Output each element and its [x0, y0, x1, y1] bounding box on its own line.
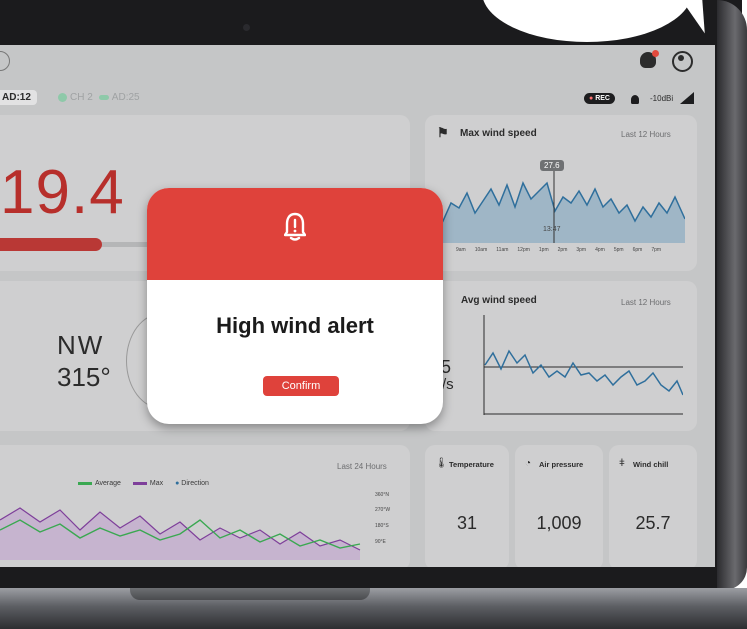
wind-speed-bar — [0, 238, 102, 251]
laptop-base — [0, 588, 747, 629]
trend-y-tick: 270°W — [375, 507, 391, 513]
legend-max-swatch — [132, 481, 147, 485]
top-bar — [0, 45, 715, 79]
channel-1-pill[interactable]: AD:12 — [0, 90, 37, 105]
legend-direction-swatch: ● — [175, 480, 180, 487]
alarm-icon[interactable] — [631, 95, 639, 104]
channel-2-extra: AD:25 — [111, 92, 140, 103]
trend-y-tick: 360°N — [375, 492, 389, 498]
x-tick: 10am — [474, 247, 488, 253]
x-tick: 1pm — [538, 247, 549, 253]
x-tick: 7pm — [651, 247, 662, 253]
temperature-card: 🌡 Temperature 31 — [425, 445, 509, 567]
x-tick: 5pm — [613, 247, 624, 253]
laptop-hinge — [130, 588, 370, 600]
user-icon[interactable] — [672, 51, 693, 72]
max-wind-title: Max wind speed — [460, 128, 537, 139]
wind-chill-value: 25.7 — [635, 513, 671, 533]
max-wind-icon: ⚑ — [437, 125, 449, 140]
temperature-value: 31 — [456, 513, 478, 533]
legend-direction: Direction — [181, 480, 209, 487]
gauge-icon: ◔ — [525, 458, 532, 469]
wind-chill-icon: ǂ — [619, 458, 625, 469]
alert-modal: High wind alert Confirm — [147, 188, 443, 424]
notification-badge — [652, 50, 659, 57]
x-tick: 2pm — [557, 247, 568, 253]
trend-y-tick: 90°E — [375, 539, 386, 545]
confirm-button[interactable]: Confirm — [263, 376, 339, 396]
wind-direction-label: NW — [57, 330, 105, 360]
laptop-edge — [717, 0, 747, 590]
user-icon-head — [678, 55, 684, 61]
avg-wind-chart — [483, 315, 683, 415]
signal-icon — [680, 92, 694, 104]
channel-2-dot — [58, 92, 67, 102]
wind-chill-label: Wind chill — [633, 460, 669, 469]
avg-wind-line — [484, 349, 683, 396]
channel-2-bar — [98, 94, 109, 100]
air-pressure-card: ◔ Air pressure 1,009 — [515, 445, 603, 567]
x-tick: 9am — [456, 247, 466, 253]
x-tick: 11am — [496, 247, 509, 253]
alert-bell-icon — [284, 212, 306, 241]
max-wind-x-axis: 9am 10am 11am 12pm 1pm 2pm 3pm 4pm 5pm 6pm 7pm — [456, 247, 661, 253]
trend-y-tick: 180°S — [375, 523, 389, 529]
legend-average: Average — [95, 480, 121, 487]
air-pressure-label: Air pressure — [539, 460, 584, 469]
current-wind-speed: 19.4 — [0, 158, 125, 227]
laptop: AD:12 CH 2 AD:25 ● REC -10dBi 19.4 ⚑ Max … — [0, 0, 747, 629]
avg-wind-unit: /s — [442, 376, 454, 393]
trend-chart — [0, 507, 361, 560]
max-wind-range: Last 12 Hours — [621, 130, 671, 139]
x-tick: 3pm — [576, 247, 587, 253]
x-tick: 12pm — [517, 247, 530, 253]
max-wind-tooltip: 27.6 — [540, 160, 564, 171]
wind-chill-card: ǂ Wind chill 25.7 — [609, 445, 697, 567]
menu-icon[interactable] — [0, 51, 10, 71]
channel-2[interactable]: CH 2 AD:25 — [58, 92, 140, 103]
avg-wind-title: Avg wind speed — [461, 295, 537, 306]
legend-max: Max — [149, 480, 164, 487]
rec-label: REC — [595, 95, 610, 102]
signal-strength: -10dBi — [650, 94, 674, 103]
thermometer-icon: 🌡 — [435, 458, 448, 469]
x-tick: 4pm — [595, 247, 605, 253]
legend-average-swatch — [78, 481, 92, 485]
channel-2-label: CH 2 — [70, 92, 93, 103]
trend-range: Last 24 Hours — [337, 462, 387, 471]
camera-icon — [243, 24, 250, 31]
rec-badge[interactable]: ● REC — [584, 93, 615, 104]
alert-modal-header — [147, 188, 443, 280]
x-tick: 6pm — [632, 247, 643, 253]
wind-direction-degrees: 315° — [57, 362, 111, 392]
temperature-label: Temperature — [449, 460, 494, 469]
max-wind-cursor-time: 13:47 — [543, 226, 561, 233]
air-pressure-value: 1,009 — [536, 513, 582, 533]
avg-wind-range: Last 12 Hours — [621, 298, 671, 307]
trend-legend: Average Max ● Direction — [68, 480, 209, 487]
alert-title: High wind alert — [216, 313, 374, 338]
